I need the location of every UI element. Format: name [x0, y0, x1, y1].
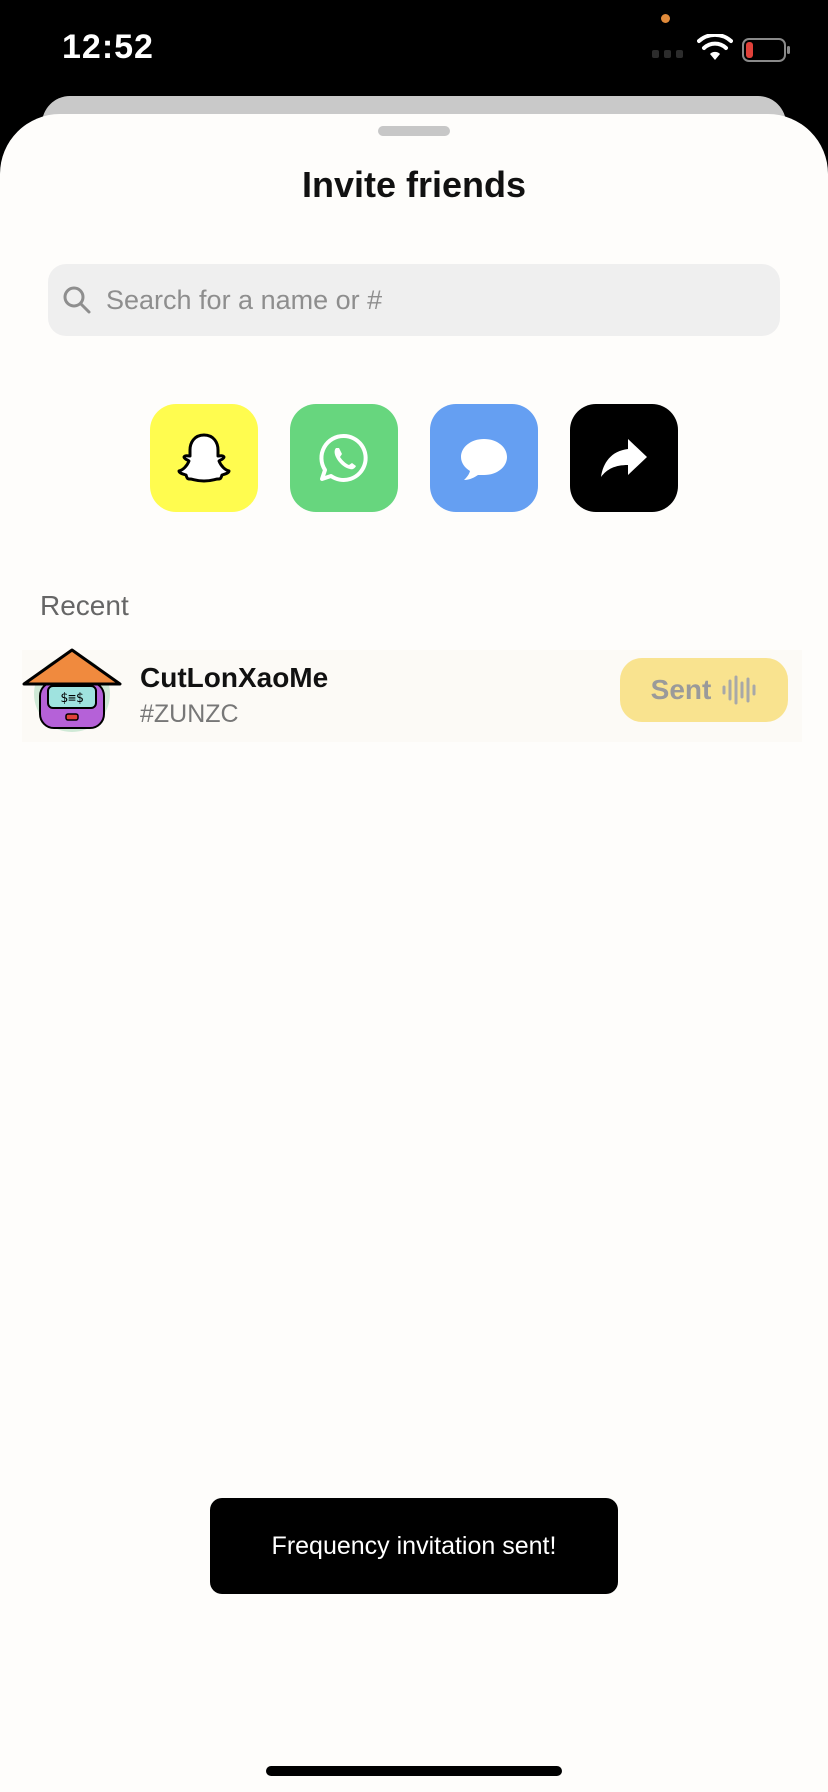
conical-hat-avatar: $≡$	[22, 648, 122, 732]
more-share-button[interactable]	[570, 404, 678, 512]
cellular-signal-icon	[652, 50, 683, 58]
message-bubble-icon	[461, 439, 507, 480]
home-indicator[interactable]	[266, 1766, 562, 1776]
sent-button[interactable]: Sent	[620, 658, 788, 722]
waveform-icon	[722, 675, 756, 705]
sheet-title: Invite friends	[301, 164, 527, 205]
wifi-icon	[697, 34, 733, 60]
status-bar: 12:52	[0, 0, 828, 96]
contact-tag: #ZUNZC	[140, 700, 239, 728]
search-icon	[63, 286, 91, 314]
svg-text:$≡$: $≡$	[60, 691, 84, 706]
snapchat-share-button[interactable]	[150, 404, 258, 512]
share-arrow-icon	[601, 439, 647, 477]
status-time: 12:52	[62, 28, 154, 66]
toast-message: Frequency invitation sent!	[271, 1531, 557, 1560]
privacy-indicator-dot	[661, 14, 670, 23]
search-bar[interactable]	[48, 264, 780, 336]
battery-low-icon	[742, 38, 790, 62]
sent-button-label: Sent	[650, 674, 712, 705]
sheet-grabber[interactable]	[378, 126, 450, 136]
share-options	[150, 404, 678, 512]
snapchat-ghost-icon	[177, 433, 231, 483]
invite-sheet: Invite friends Search for a name or # Re…	[0, 114, 828, 1792]
recent-section-label: Recent	[40, 590, 129, 621]
whatsapp-icon	[319, 433, 368, 482]
toast-notification: Frequency invitation sent!	[210, 1498, 618, 1594]
contact-name: CutLonXaoMe	[140, 662, 329, 693]
invite-friends-screen: 12:52 Invite friends Search for a name o…	[0, 0, 828, 1792]
search-input[interactable]	[106, 284, 746, 316]
contact-row[interactable]: $≡$ CutLonXaoMe #ZUNZC Sent	[22, 648, 802, 742]
whatsapp-share-button[interactable]	[290, 404, 398, 512]
messages-share-button[interactable]	[430, 404, 538, 512]
